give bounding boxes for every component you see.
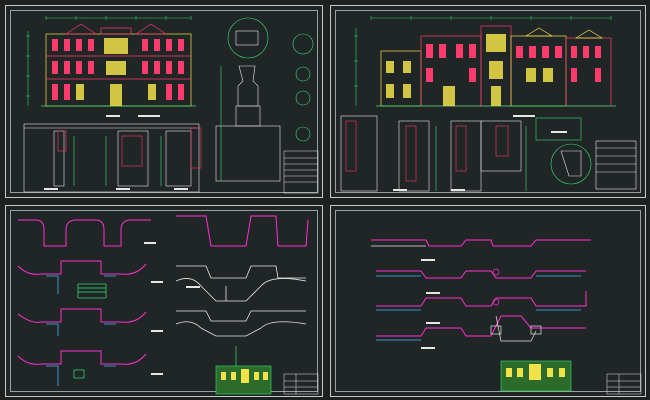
- plan-outlines: [371, 239, 591, 337]
- sheet-plans-left: [5, 205, 323, 397]
- sheet-rear-elevation: [330, 5, 646, 198]
- section-details: [340, 115, 637, 192]
- rear-elevation-drawing: [340, 16, 637, 192]
- title-block-icon: [283, 373, 319, 395]
- sheet-plans-right: [330, 205, 646, 397]
- rear-windows: [426, 44, 601, 82]
- plan-outlines-left: [17, 215, 309, 365]
- section-details: [23, 123, 200, 193]
- ornament-detail-icon: [435, 117, 592, 191]
- column-detail-icon: [215, 17, 314, 182]
- plan-outlines-right: [175, 265, 307, 337]
- plan-sections-left: [17, 215, 319, 395]
- title-block-icon: [606, 373, 642, 395]
- sheet-front-elevation: [5, 5, 323, 198]
- front-elevation-drawing: [23, 16, 319, 194]
- title-block-icon: [283, 150, 319, 194]
- elevation-thumbnail: [500, 360, 572, 392]
- plan-sections-right: [371, 239, 642, 395]
- elevation-thumbnail: [215, 365, 272, 395]
